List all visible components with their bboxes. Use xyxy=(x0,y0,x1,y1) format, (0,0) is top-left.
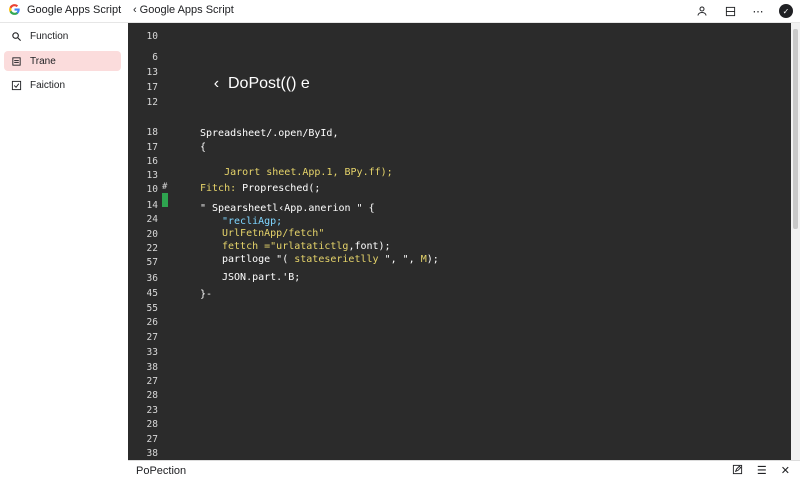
project-title[interactable]: Google Apps Script xyxy=(140,4,234,16)
line-number: 24 xyxy=(146,214,158,225)
breakpoint-marker[interactable] xyxy=(162,193,168,207)
bottom-panel: PoPection ☰ ✕ xyxy=(128,460,800,481)
line-number: 38 xyxy=(146,448,158,459)
code-token: Jarort sheet.App.1, BPy.ff); xyxy=(224,167,393,178)
line-number: 17 xyxy=(146,142,158,153)
code-token: ); xyxy=(426,254,439,265)
line-number: 13 xyxy=(146,67,158,78)
top-bar: Google Apps Script ‹ Google Apps Script … xyxy=(0,0,800,23)
code-line: " Spearsheetl‹App.anerion " { xyxy=(200,203,375,214)
line-number: 16 xyxy=(146,156,158,167)
line-number: 17 xyxy=(146,82,158,93)
chevron-left-icon[interactable]: ‹ xyxy=(133,4,137,16)
line-number: 28 xyxy=(146,419,158,430)
line-number: 20 xyxy=(146,229,158,240)
more-icon[interactable]: ⋯ xyxy=(750,3,766,19)
code-line: "recliAgp; xyxy=(222,216,283,227)
person-icon[interactable] xyxy=(694,3,710,19)
fold-marker[interactable]: # xyxy=(162,182,167,192)
line-number: 45 xyxy=(146,288,158,299)
line-number: 55 xyxy=(146,303,158,314)
line-number: 13 xyxy=(146,170,158,181)
line-number: 38 xyxy=(146,362,158,373)
avatar-button[interactable]: ✓ xyxy=(778,3,794,19)
file-icon xyxy=(9,56,23,67)
code-token: ,font); xyxy=(348,241,391,252)
code-token: Propresched(; xyxy=(236,183,321,194)
breadcrumb: ‹ Google Apps Script xyxy=(133,4,234,16)
code-line: fettch ="urlatatictlg,font); xyxy=(222,241,391,252)
code-editor[interactable]: 10 6 13 17 12 18 17 16 13 10 14 24 20 22… xyxy=(128,23,791,460)
line-number: 6 xyxy=(152,52,158,63)
function-signature: ‹ DoPost(() e xyxy=(213,75,310,92)
code-token: partloge "( xyxy=(222,254,295,265)
google-logo-icon xyxy=(9,4,20,15)
code-token: M xyxy=(414,254,427,265)
search-icon xyxy=(9,31,23,42)
sidebar-item-faiction[interactable]: Faiction xyxy=(4,75,121,95)
line-number: 27 xyxy=(146,332,158,343)
list-icon[interactable]: ☰ xyxy=(757,464,767,478)
app-title: Google Apps Script xyxy=(27,3,122,16)
line-number: 27 xyxy=(146,434,158,445)
sidebar-item-trane[interactable]: Trane xyxy=(4,51,121,71)
code-line: partloge "( stateserietlly ", ", M); xyxy=(222,254,439,265)
code-token: stateserietlly xyxy=(294,254,379,265)
line-number: 33 xyxy=(146,347,158,358)
bottom-panel-title: PoPection xyxy=(136,465,187,477)
bottom-panel-actions: ☰ ✕ xyxy=(718,464,790,478)
checkbox-icon xyxy=(9,80,23,91)
sidebar-item-label: Faiction xyxy=(30,79,66,91)
close-icon[interactable]: ✕ xyxy=(781,464,790,478)
line-number: 36 xyxy=(146,273,158,284)
scrollbar[interactable] xyxy=(791,23,800,460)
code-line: }- xyxy=(200,289,213,300)
code-line: Spreadsheet/.open/ById, xyxy=(200,128,339,139)
sidebar: Function Trane Faiction xyxy=(0,23,127,480)
code-line: UrlFetnApp/fetch" xyxy=(222,228,325,239)
scrollbar-thumb[interactable] xyxy=(793,29,798,229)
avatar: ✓ xyxy=(779,4,793,18)
code-token: Fitch: xyxy=(200,183,237,194)
line-number: 10 xyxy=(146,31,158,42)
line-number: 26 xyxy=(146,317,158,328)
code-line: Fitch: Propresched(; xyxy=(200,183,320,194)
sidebar-item-function[interactable]: Function xyxy=(4,26,121,46)
line-number: 22 xyxy=(146,243,158,254)
sidebar-item-label: Function xyxy=(30,30,69,42)
top-actions: ⋯ ✓ xyxy=(682,3,794,19)
sidebar-item-label: Trane xyxy=(30,55,56,67)
line-number: 10 xyxy=(146,184,158,195)
code-token: fettch xyxy=(222,241,259,252)
code-line: JSON.part.'B; xyxy=(222,272,301,283)
panel-icon[interactable] xyxy=(722,3,738,19)
line-number-gutter: 10 6 13 17 12 18 17 16 13 10 14 24 20 22… xyxy=(128,23,166,460)
code-token: ", ", xyxy=(378,254,415,265)
line-number: 27 xyxy=(146,376,158,387)
brand[interactable]: Google Apps Script xyxy=(8,3,121,16)
line-number: 28 xyxy=(146,390,158,401)
line-number: 14 xyxy=(146,200,158,211)
line-number: 18 xyxy=(146,127,158,138)
function-header: ‹ DoPost(() e xyxy=(196,57,310,111)
code-token: ="urlatatictlg xyxy=(258,241,349,252)
line-number: 57 xyxy=(146,257,158,268)
code-line: { xyxy=(200,142,207,153)
edit-icon[interactable] xyxy=(732,464,743,478)
line-number: 12 xyxy=(146,97,158,108)
line-number: 23 xyxy=(146,405,158,416)
